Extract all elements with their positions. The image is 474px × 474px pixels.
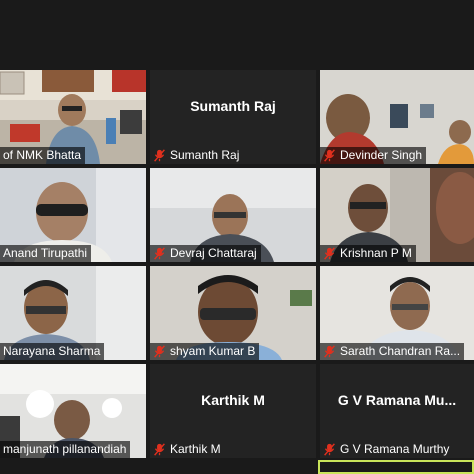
participant-display-name: Karthik M xyxy=(201,392,265,408)
mic-muted-icon xyxy=(154,149,165,162)
participant-tile-devinder-singh[interactable]: Devinder Singh xyxy=(320,70,474,164)
mic-muted-icon xyxy=(154,345,165,358)
participant-name-label: Devinder Singh xyxy=(320,147,427,164)
mic-muted-icon xyxy=(154,247,165,260)
mic-muted-icon xyxy=(324,443,335,456)
participant-tile-narayana-sharma[interactable]: Narayana Sharma xyxy=(0,266,146,360)
participant-tile-devraj-chattaraj[interactable]: Devraj Chattaraj xyxy=(150,168,316,262)
participant-tile-karthik-m[interactable]: Karthik M Karthik M xyxy=(150,364,316,458)
top-bar xyxy=(0,0,474,70)
participant-name-label: manjunath pillanandiah xyxy=(0,441,131,458)
participant-tile-sumanth-raj[interactable]: Sumanth Raj Sumanth Raj xyxy=(150,70,316,164)
participant-name-label: Karthik M xyxy=(150,441,225,458)
participant-name-label: Anand Tirupathi xyxy=(0,245,92,262)
participant-tile-nmk-bhatta[interactable]: of NMK Bhatta xyxy=(0,70,146,164)
participant-tile-anand-tirupathi[interactable]: Anand Tirupathi xyxy=(0,168,146,262)
participant-name-label: Narayana Sharma xyxy=(0,343,105,360)
mic-muted-icon xyxy=(324,247,335,260)
participant-name-label: Sumanth Raj xyxy=(150,147,243,164)
participant-display-name: Sumanth Raj xyxy=(190,98,276,114)
participant-tile-shyam-kumar-b[interactable]: shyam Kumar B xyxy=(150,266,316,360)
participant-display-name: G V Ramana Mu... xyxy=(337,392,457,408)
participant-name-label: Krishnan P M xyxy=(320,245,416,262)
participant-name-label: shyam Kumar B xyxy=(150,343,260,360)
mic-muted-icon xyxy=(154,443,165,456)
participant-tile-gv-ramana-murthy[interactable]: G V Ramana Mu... G V Ramana Murthy xyxy=(320,364,474,458)
participant-name-label: Devraj Chattaraj xyxy=(150,245,261,262)
participant-name-label: G V Ramana Murthy xyxy=(320,441,453,458)
mic-muted-icon xyxy=(324,149,335,162)
participant-name-label: of NMK Bhatta xyxy=(0,147,86,164)
participant-tile-manjunath[interactable]: manjunath pillanandiah xyxy=(0,364,146,458)
participant-name-label: Sarath Chandran Ra... xyxy=(320,343,465,360)
participant-tile-sarath-chandran[interactable]: Sarath Chandran Ra... xyxy=(320,266,474,360)
participant-tile-krishnan-pm[interactable]: Krishnan P M xyxy=(320,168,474,262)
active-speaker-highlight xyxy=(318,460,474,474)
mic-muted-icon xyxy=(324,345,335,358)
